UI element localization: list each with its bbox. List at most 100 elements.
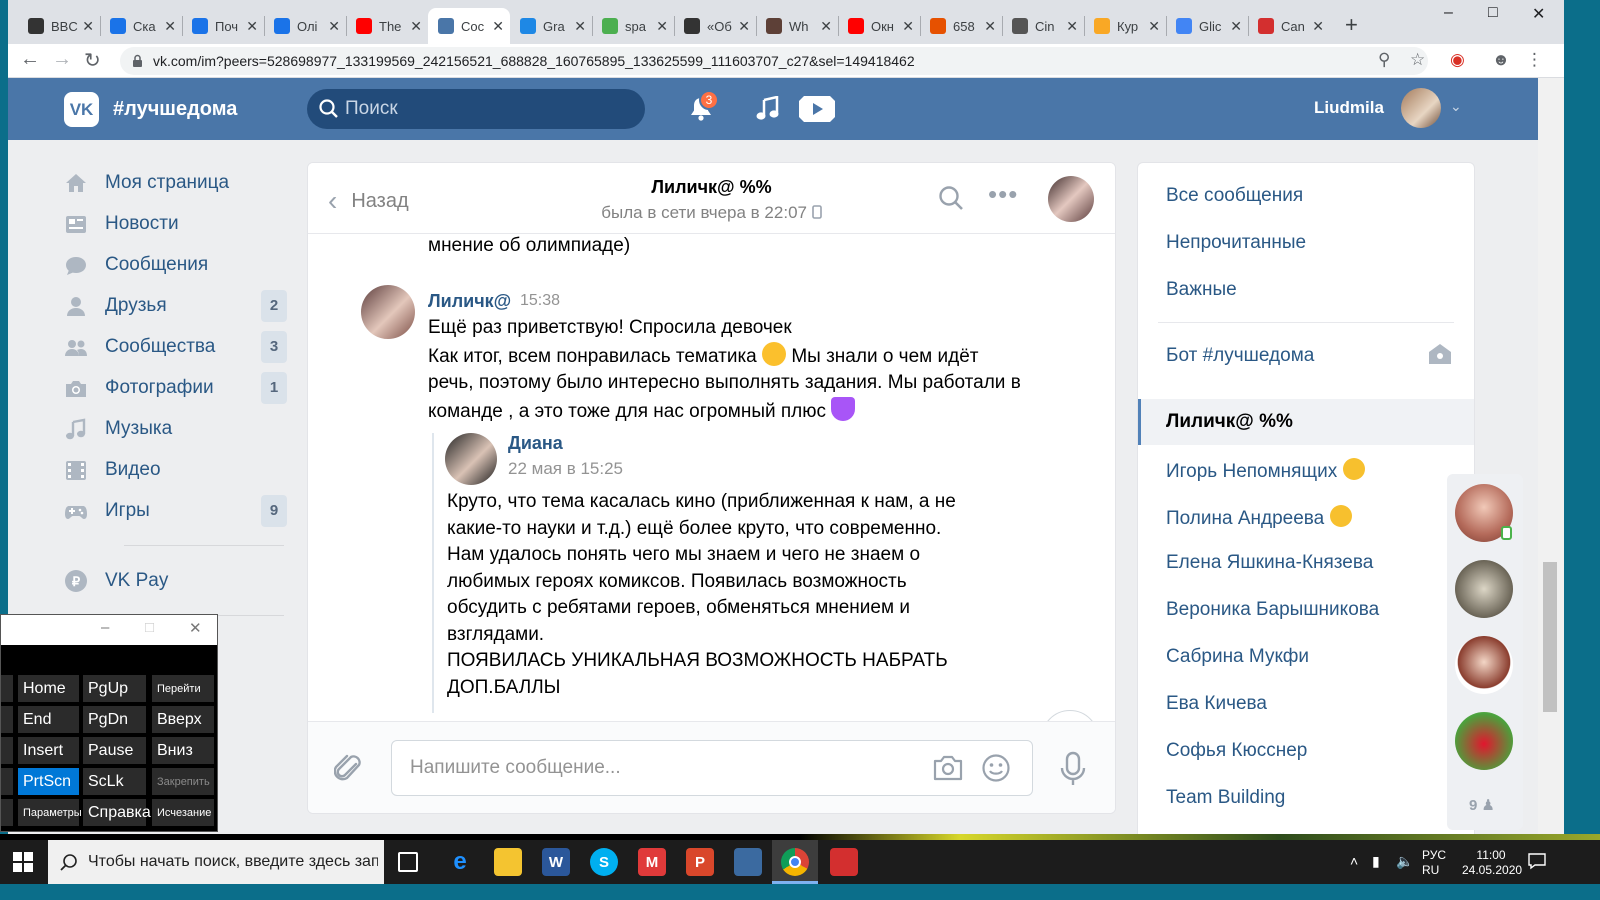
forward-arrow-icon[interactable]: →	[52, 48, 72, 71]
scrollbar-thumb[interactable]	[1543, 562, 1557, 712]
task-view-icon[interactable]	[398, 852, 418, 872]
nav-item-games[interactable]: Игры 9	[62, 490, 287, 531]
minimize-icon[interactable]: –	[101, 619, 109, 636]
browser-tab[interactable]: 658 ✕	[920, 8, 1002, 44]
browser-tab[interactable]: Can ✕	[1248, 8, 1330, 44]
message-time[interactable]: 15:38	[520, 292, 560, 310]
message-author-avatar[interactable]	[361, 285, 415, 339]
browser-tab[interactable]: Gra ✕	[510, 8, 592, 44]
browser-tab[interactable]: Glic ✕	[1166, 8, 1248, 44]
osk-key[interactable]: PrtScn	[18, 768, 79, 795]
address-bar[interactable]: vk.com/im?peers=528698977_133199569_2421…	[120, 47, 1428, 75]
user-name[interactable]: Liudmila	[1314, 98, 1384, 118]
osk-key-partial[interactable]	[1, 675, 13, 702]
word-icon[interactable]: W	[542, 848, 570, 876]
tab-close-icon[interactable]: ✕	[984, 18, 996, 35]
osk-key[interactable]: Insert	[18, 737, 79, 764]
tab-close-icon[interactable]: ✕	[410, 18, 422, 35]
chat-list-item[interactable]: Елена Яшкина-Князева	[1166, 552, 1373, 574]
group-tag[interactable]: #лучшедома	[113, 98, 237, 121]
osk-key[interactable]: Параметры	[18, 799, 82, 826]
forwarded-author-avatar[interactable]	[445, 433, 497, 485]
file-explorer-icon[interactable]	[494, 848, 522, 876]
nav-item-friends[interactable]: Друзья 2	[62, 285, 287, 326]
extension-icon[interactable]: ◉	[1450, 50, 1465, 70]
filter-unread[interactable]: Непрочитанные	[1166, 232, 1306, 254]
search-input[interactable]	[345, 98, 625, 120]
chat-list-item[interactable]: Сабрина Мукфи	[1166, 646, 1309, 668]
microphone-icon[interactable]	[1060, 751, 1086, 787]
profile-icon[interactable]: ☻	[1492, 50, 1510, 70]
tab-close-icon[interactable]: ✕	[1148, 18, 1160, 35]
maximize-icon[interactable]: □	[145, 619, 154, 636]
chat-list-item[interactable]: Вероника Барышникова	[1166, 599, 1379, 621]
osk-key[interactable]: Home	[18, 675, 79, 702]
rail-avatar[interactable]	[1455, 560, 1513, 618]
browser-tab[interactable]: Wh ✕	[756, 8, 838, 44]
remote-desktop-icon[interactable]	[734, 848, 762, 876]
osk-key-partial[interactable]	[1, 799, 13, 826]
video-play-icon[interactable]	[798, 94, 836, 124]
osk-key[interactable]: PgDn	[83, 706, 146, 733]
windows-start-icon[interactable]	[13, 852, 33, 872]
vk-search[interactable]	[307, 89, 645, 129]
browser-tab[interactable]: Поч ✕	[182, 8, 264, 44]
tab-close-icon[interactable]: ✕	[1230, 18, 1242, 35]
tab-close-icon[interactable]: ✕	[1066, 18, 1078, 35]
vk-logo[interactable]: VK	[64, 92, 99, 127]
osk-key[interactable]: Вниз	[152, 737, 214, 764]
osk-key[interactable]: ScLk	[83, 768, 146, 795]
bot-link[interactable]: Бот #лучшедома	[1166, 345, 1314, 367]
camera-icon[interactable]	[932, 753, 964, 783]
maximize-window-icon[interactable]: □	[1488, 4, 1498, 22]
message-author[interactable]: Лиличк@	[428, 291, 511, 312]
more-dots-icon[interactable]: •••	[988, 179, 1018, 210]
osk-key[interactable]: Исчезание	[152, 799, 214, 826]
volume-icon[interactable]: 🔈	[1396, 853, 1413, 870]
browser-tab[interactable]: Кур ✕	[1084, 8, 1166, 44]
osk-key-partial[interactable]	[1, 706, 13, 733]
mail-app-icon[interactable]: M	[638, 848, 666, 876]
input-language[interactable]: РУС RU	[1422, 848, 1446, 878]
tab-close-icon[interactable]: ✕	[492, 18, 504, 35]
tab-close-icon[interactable]: ✕	[820, 18, 832, 35]
tab-close-icon[interactable]: ✕	[1312, 18, 1324, 35]
reader-icon[interactable]	[830, 848, 858, 876]
nav-item-communities[interactable]: Сообщества 3	[62, 326, 287, 367]
osk-key[interactable]: End	[18, 706, 79, 733]
filter-all-messages[interactable]: Все сообщения	[1166, 185, 1303, 207]
nav-item-messages[interactable]: Сообщения	[62, 244, 287, 285]
chat-list-item[interactable]: Ева Кичева	[1166, 693, 1267, 715]
tray-chevron-up-icon[interactable]: ˄	[1350, 853, 1358, 869]
chrome-taskbar-button[interactable]	[772, 840, 818, 884]
powerpoint-icon[interactable]: P	[686, 848, 714, 876]
music-icon[interactable]	[756, 96, 780, 122]
osk-key[interactable]: Перейти	[152, 675, 214, 702]
bookmark-star-icon[interactable]: ☆	[1410, 50, 1425, 70]
nav-item-news[interactable]: Новости	[62, 203, 287, 244]
tab-close-icon[interactable]: ✕	[164, 18, 176, 35]
osk-key[interactable]: Справка	[83, 799, 151, 826]
notifications-icon[interactable]	[1528, 852, 1546, 870]
browser-tab[interactable]: Ска ✕	[100, 8, 182, 44]
page-scrollbar[interactable]	[1538, 78, 1564, 852]
osk-key[interactable]: Вверх	[152, 706, 214, 733]
nav-item-vkpay[interactable]: ₽ VK Pay	[62, 560, 287, 601]
chevron-down-icon[interactable]: ⌄	[1450, 98, 1462, 115]
osk-key[interactable]: Закрепить	[152, 768, 214, 795]
forwarded-date[interactable]: 22 мая в 15:25	[508, 459, 623, 479]
tab-close-icon[interactable]: ✕	[328, 18, 340, 35]
browser-tab[interactable]: BBC ✕	[18, 8, 100, 44]
peer-avatar[interactable]	[1048, 176, 1094, 222]
chat-search-icon[interactable]	[938, 185, 964, 211]
close-window-icon[interactable]: ✕	[1532, 4, 1545, 24]
tab-close-icon[interactable]: ✕	[82, 18, 94, 35]
new-tab-icon[interactable]: +	[1345, 12, 1358, 38]
browser-tab[interactable]: Олі ✕	[264, 8, 346, 44]
browser-tab[interactable]: Окн ✕	[838, 8, 920, 44]
nav-item-camera[interactable]: Фотографии 1	[62, 367, 287, 408]
taskbar-search-input[interactable]	[88, 853, 378, 871]
osk-key[interactable]: Pause	[83, 737, 146, 764]
osk-key-partial[interactable]	[1, 737, 13, 764]
edge-icon[interactable]: e	[446, 848, 474, 876]
